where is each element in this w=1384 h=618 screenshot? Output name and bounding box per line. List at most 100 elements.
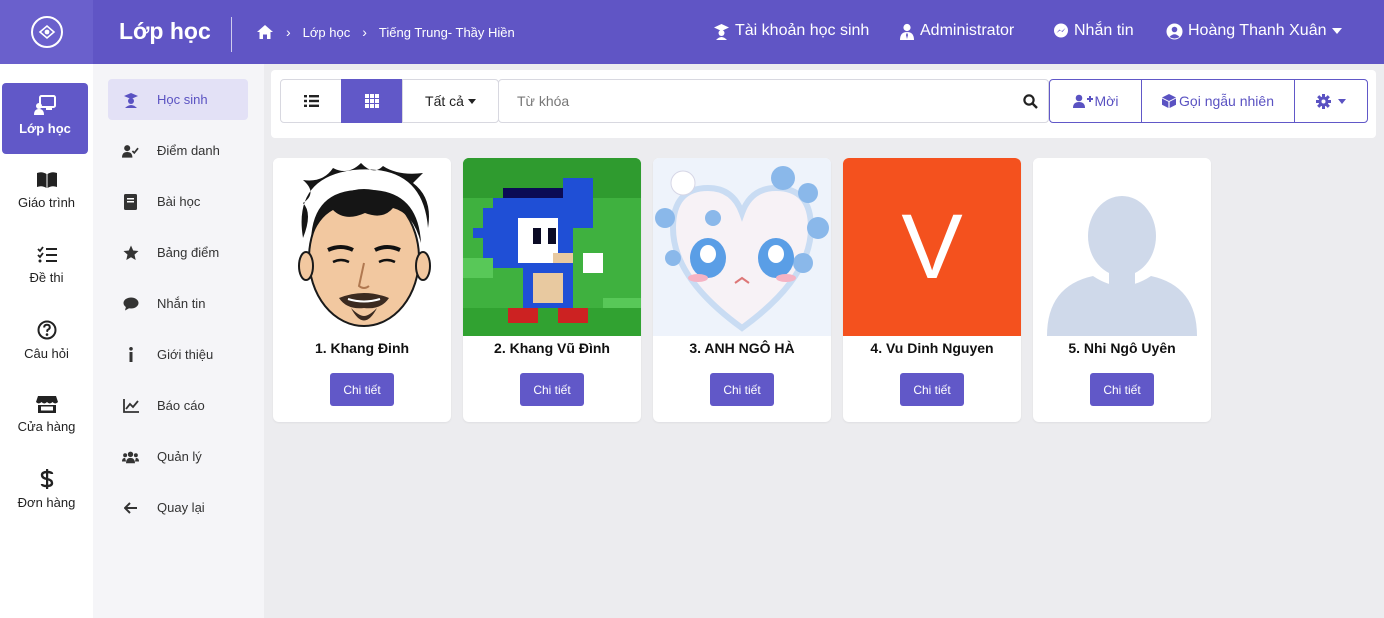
graduate-icon (123, 92, 138, 108)
store-icon (35, 396, 58, 413)
cube-icon (1162, 94, 1177, 108)
list-view-button[interactable] (280, 79, 342, 123)
app-logo[interactable] (0, 0, 93, 64)
caret-down-icon (1332, 28, 1343, 34)
student-name: 1. Khang Đinh (314, 340, 410, 356)
student-card[interactable]: 5. Nhi Ngô Uyên Chi tiết (1033, 158, 1211, 422)
class-menu: Học sinh Điểm danh Bài học Bảng điểm Nhắ… (93, 64, 264, 618)
student-card[interactable]: V 4. Vu Dinh Nguyen Chi tiết (843, 158, 1021, 422)
detail-button[interactable]: Chi tiết (330, 373, 394, 406)
student-card[interactable]: 3. ANH NGÔ HÀ Chi tiết (653, 158, 831, 422)
gear-icon (1316, 93, 1331, 109)
arrow-left-icon (123, 501, 137, 514)
student-accounts-link[interactable]: Tài khoản học sinh (713, 22, 869, 40)
admin-link[interactable]: Administrator (899, 22, 1014, 40)
user-check-icon (122, 144, 139, 158)
info-icon (128, 347, 133, 362)
caret-down-icon (1338, 98, 1346, 104)
filter-label: Tất cả (425, 93, 464, 109)
detail-button[interactable]: Chi tiết (520, 373, 584, 406)
user-name: Hoàng Thanh Xuân (1188, 22, 1327, 39)
student-avatar (653, 158, 831, 336)
student-accounts-label: Tài khoản học sinh (735, 22, 870, 39)
home-icon[interactable] (256, 24, 274, 40)
admin-label: Administrator (920, 22, 1015, 39)
menu-lessons[interactable]: Bài học (108, 181, 248, 222)
chevron-right-icon: › (362, 24, 367, 40)
nav-questions-label: Câu hỏi (24, 346, 69, 361)
breadcrumb-classes[interactable]: Lớp học (303, 25, 351, 40)
nav-classroom-label: Lớp học (19, 121, 71, 136)
student-name: 5. Nhi Ngô Uyên (1068, 340, 1176, 356)
student-avatar (1033, 158, 1211, 336)
messages-label: Nhắn tin (1074, 22, 1134, 39)
menu-attendance[interactable]: Điểm danh (108, 130, 248, 171)
menu-about-label: Giới thiệu (157, 347, 214, 362)
student-card[interactable]: 2. Khang Vũ Đình Chi tiết (463, 158, 641, 422)
menu-manage-label: Quản lý (157, 449, 202, 464)
book-icon (124, 193, 137, 210)
nav-curriculum[interactable]: Giáo trình (0, 171, 93, 210)
nav-orders[interactable]: Đơn hàng (0, 469, 93, 510)
nav-classroom[interactable]: Lớp học (2, 83, 88, 154)
menu-students[interactable]: Học sinh (108, 79, 248, 120)
nav-exams[interactable]: Đề thi (0, 246, 93, 285)
question-icon (37, 320, 56, 340)
search-icon[interactable] (1023, 94, 1038, 109)
top-bar: Lớp học › Lớp học › Tiếng Trung- Thầy Hi… (0, 0, 1384, 64)
chart-icon (122, 398, 139, 413)
messages-link[interactable]: Nhắn tin (1053, 22, 1134, 40)
list-icon (303, 95, 319, 107)
avatar-letter: V (901, 196, 963, 298)
users-icon (122, 451, 139, 463)
grid-icon (364, 94, 379, 108)
student-name: 3. ANH NGÔ HÀ (689, 340, 795, 356)
nav-exams-label: Đề thi (29, 270, 64, 285)
menu-back[interactable]: Quay lại (108, 487, 248, 528)
student-toolbar: Tất cả Mời Gọi ngẫu nhiên (271, 70, 1376, 138)
user-tie-icon (900, 23, 914, 40)
breadcrumb: › Lớp học › Tiếng Trung- Thầy Hiền (256, 24, 515, 40)
search-box (498, 79, 1049, 123)
menu-manage[interactable]: Quản lý (108, 436, 248, 477)
menu-messages[interactable]: Nhắn tin (108, 283, 248, 324)
nav-store-label: Cửa hàng (17, 419, 76, 434)
search-input[interactable] (517, 93, 997, 109)
menu-reports[interactable]: Báo cáo (108, 385, 248, 426)
breadcrumb-current: Tiếng Trung- Thầy Hiền (378, 24, 515, 40)
book-open-icon (36, 172, 57, 188)
student-avatar (463, 158, 641, 336)
chevron-right-icon: › (286, 24, 291, 40)
detail-button[interactable]: Chi tiết (900, 373, 964, 406)
user-menu[interactable]: Hoàng Thanh Xuân (1166, 22, 1348, 40)
detail-button[interactable]: Chi tiết (710, 373, 774, 406)
student-avatar: V (843, 158, 1021, 336)
menu-attendance-label: Điểm danh (157, 143, 220, 158)
student-avatar (273, 158, 451, 336)
menu-about[interactable]: Giới thiệu (108, 334, 248, 375)
invite-button[interactable]: Mời (1050, 80, 1142, 122)
invite-label: Mời (1094, 93, 1119, 109)
menu-lessons-label: Bài học (157, 194, 201, 209)
actions-group: Mời Gọi ngẫu nhiên (1049, 79, 1368, 123)
dollar-icon (40, 469, 53, 489)
filter-dropdown[interactable]: Tất cả (402, 79, 499, 123)
nav-store[interactable]: Cửa hàng (0, 395, 93, 434)
detail-button[interactable]: Chi tiết (1090, 373, 1154, 406)
settings-dropdown[interactable] (1295, 80, 1367, 122)
nav-curriculum-label: Giáo trình (17, 195, 76, 210)
nav-questions[interactable]: Câu hỏi (0, 320, 93, 361)
logo-icon (30, 16, 63, 48)
classroom-icon (34, 95, 56, 115)
nav-orders-label: Đơn hàng (17, 495, 76, 510)
student-name: 4. Vu Dinh Nguyen (870, 340, 994, 356)
menu-back-label: Quay lại (157, 500, 205, 515)
grid-view-button[interactable] (341, 79, 402, 123)
star-icon (123, 245, 138, 260)
menu-gradebook[interactable]: Bảng điểm (108, 232, 248, 273)
user-circle-icon (1166, 23, 1183, 39)
page-title: Lớp học (119, 18, 211, 44)
student-card[interactable]: 1. Khang Đinh Chi tiết (273, 158, 451, 422)
menu-reports-label: Báo cáo (157, 398, 205, 413)
random-call-button[interactable]: Gọi ngẫu nhiên (1142, 80, 1295, 122)
